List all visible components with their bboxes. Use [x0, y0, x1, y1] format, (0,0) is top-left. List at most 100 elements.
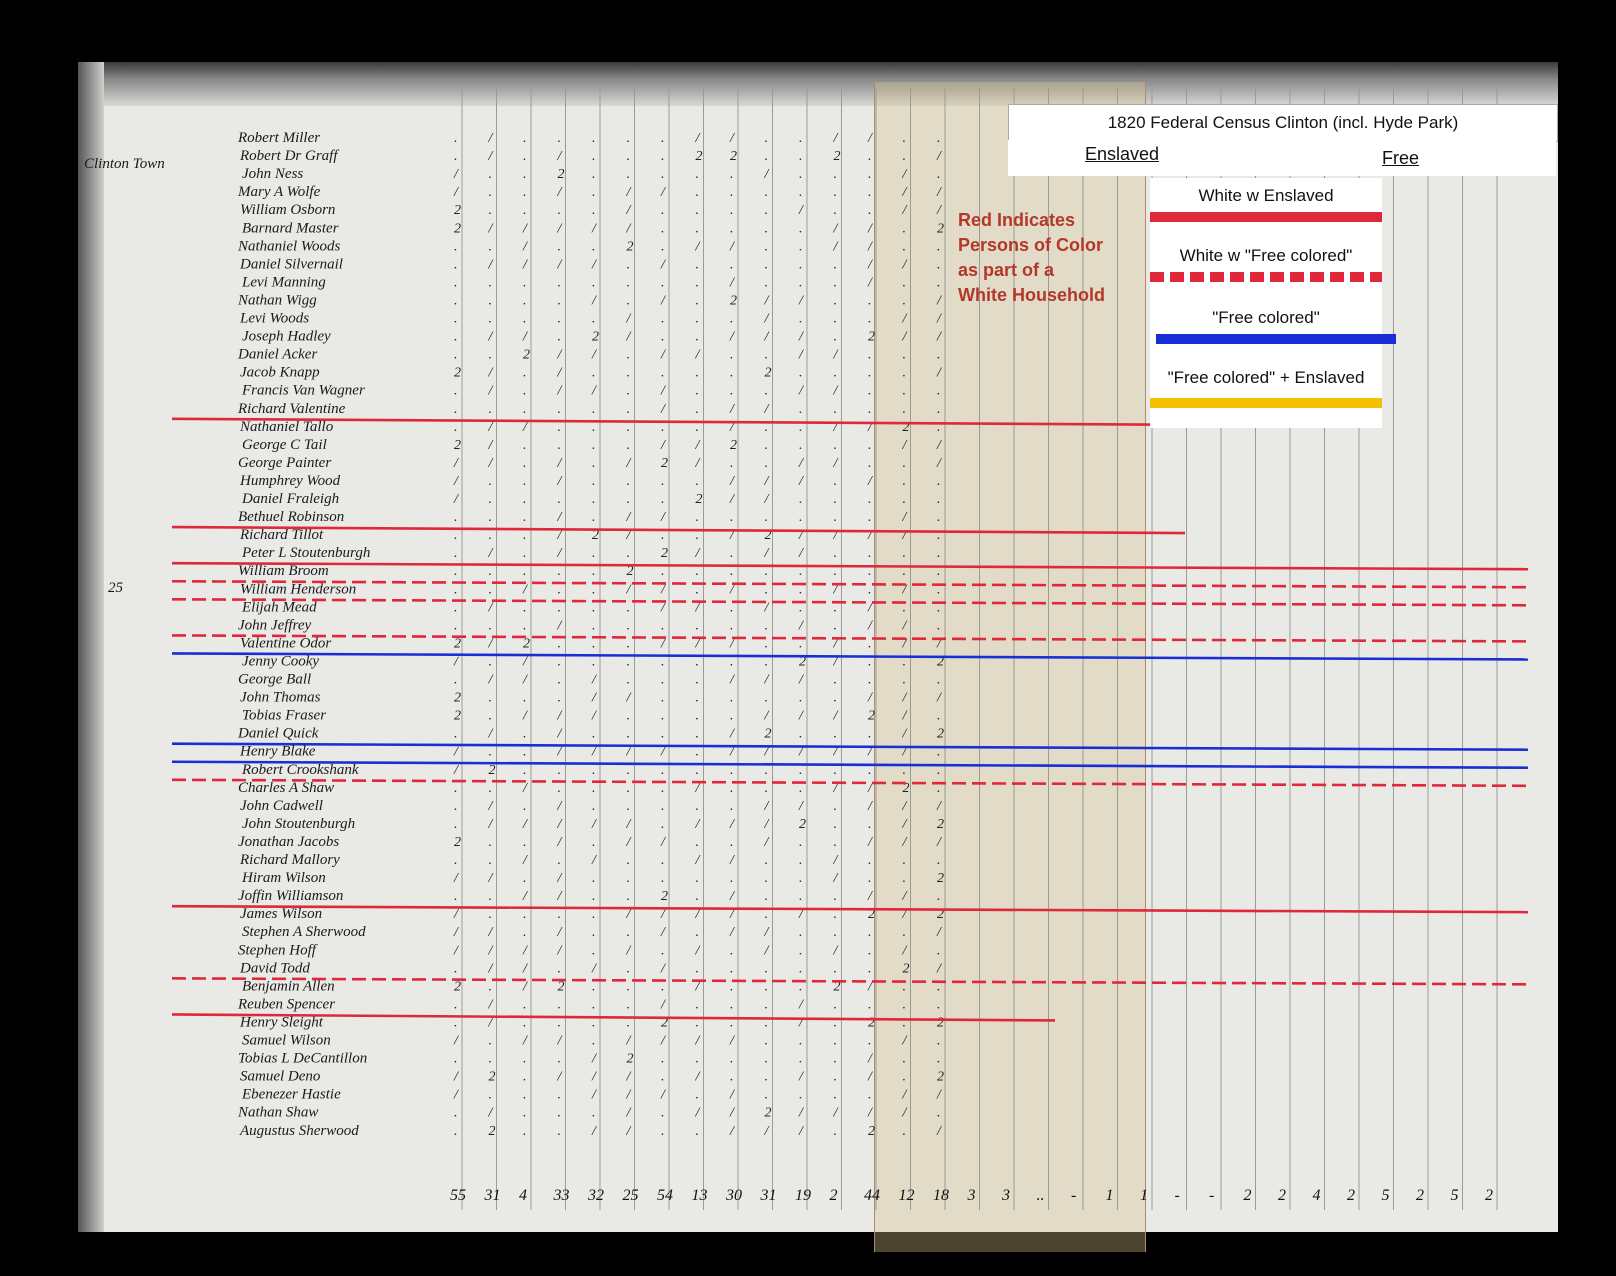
household-name: Jacob Knapp — [240, 365, 320, 381]
tally-mark: . — [937, 492, 941, 507]
legend-label-free-colored-enslaved: "Free colored" + Enslaved — [1167, 368, 1365, 387]
tally-mark: . — [730, 799, 734, 814]
household-name: Nathaniel Woods — [237, 238, 341, 254]
tally-mark: . — [799, 275, 803, 290]
tally-mark: . — [454, 330, 458, 345]
tally-mark: . — [661, 817, 665, 832]
tally-mark: . — [799, 961, 803, 976]
tally-mark: . — [765, 384, 769, 399]
legend-label-white-free-colored: White w "Free colored" — [1179, 246, 1353, 265]
tally-mark: . — [799, 149, 803, 164]
tally-mark: . — [937, 275, 941, 290]
tally-mark: / — [833, 871, 839, 886]
tally-mark: . — [592, 185, 596, 200]
legend-label-free-colored: "Free colored" — [1212, 308, 1320, 327]
tally-mark: / — [902, 709, 908, 724]
tally-mark: . — [868, 348, 872, 363]
tally-mark: . — [799, 366, 803, 381]
tally-mark: . — [765, 185, 769, 200]
tally-mark: . — [765, 618, 769, 633]
tally-mark: / — [867, 275, 873, 290]
tally-mark: . — [937, 673, 941, 688]
tally-mark: / — [488, 366, 494, 381]
tally-mark: / — [488, 438, 494, 453]
tally-mark: / — [902, 889, 908, 904]
tally-mark: / — [660, 961, 666, 976]
tally-mark: / — [902, 510, 908, 525]
tally-mark: . — [765, 275, 769, 290]
tally-mark: . — [661, 239, 665, 254]
tally-mark: / — [798, 1106, 804, 1121]
tally-mark: . — [730, 312, 734, 327]
tally-mark: / — [557, 474, 563, 489]
household-name: Levi Woods — [239, 311, 309, 327]
tally-mark: . — [454, 727, 458, 742]
tally-mark: 2 — [868, 1124, 875, 1139]
tally-mark: . — [868, 1088, 872, 1103]
tally-mark: . — [696, 293, 700, 308]
tally-mark: / — [798, 997, 804, 1012]
tally-mark: . — [868, 943, 872, 958]
tally-mark: . — [489, 185, 493, 200]
tally-mark: . — [696, 961, 700, 976]
tally-mark: . — [765, 889, 769, 904]
tally-mark: / — [488, 943, 494, 958]
highlight-line — [171, 778, 1529, 788]
legend-label-white-enslaved: White w Enslaved — [1198, 186, 1334, 205]
tally-mark: . — [937, 239, 941, 254]
tally-mark: . — [592, 1106, 596, 1121]
tally-mark: . — [765, 131, 769, 146]
tally-mark: / — [453, 871, 459, 886]
tally-mark: / — [798, 474, 804, 489]
tally-mark: / — [660, 257, 666, 272]
tally-mark: . — [558, 582, 562, 597]
tally-mark: / — [557, 871, 563, 886]
tally-mark: . — [454, 600, 458, 615]
tally-mark: . — [489, 1034, 493, 1049]
tally-mark: / — [729, 131, 735, 146]
legend-swatch-white-enslaved — [1150, 212, 1382, 222]
tally-mark: . — [903, 384, 907, 399]
tally-mark: . — [454, 1015, 458, 1030]
tally-mark: / — [488, 871, 494, 886]
tally-mark: . — [868, 510, 872, 525]
tally-mark: . — [799, 1052, 803, 1067]
tally-mark: . — [868, 185, 872, 200]
tally-mark: . — [696, 384, 700, 399]
tally-mark: 2 — [454, 636, 461, 651]
tally-mark: / — [522, 853, 528, 868]
tally-mark: / — [557, 835, 563, 850]
tally-mark: . — [454, 257, 458, 272]
tally-mark: / — [557, 185, 563, 200]
tally-mark: / — [867, 889, 873, 904]
tally-mark: . — [558, 1052, 562, 1067]
tally-mark: . — [834, 1124, 838, 1139]
column-total: 2 — [1416, 1187, 1424, 1204]
tally-mark: / — [522, 889, 528, 904]
tally-mark: . — [799, 1088, 803, 1103]
highlight-line — [171, 525, 1186, 535]
tally-mark: . — [627, 474, 631, 489]
tally-mark: . — [489, 889, 493, 904]
tally-mark: / — [660, 997, 666, 1012]
tally-mark: . — [592, 979, 596, 994]
tally-mark: / — [591, 673, 597, 688]
tally-mark: . — [696, 312, 700, 327]
census-title: 1820 Federal Census Clinton (incl. Hyde … — [1008, 104, 1558, 142]
tally-mark: . — [523, 402, 527, 417]
tally-mark: . — [834, 727, 838, 742]
tally-mark: . — [868, 366, 872, 381]
tally-mark: / — [695, 1070, 701, 1085]
highlight-line — [171, 742, 1529, 751]
tally-mark: . — [834, 492, 838, 507]
tally-mark: . — [489, 203, 493, 218]
tally-mark: / — [764, 546, 770, 561]
column-total: 31 — [760, 1187, 777, 1204]
tally-mark: . — [592, 582, 596, 597]
tally-mark: . — [523, 835, 527, 850]
household-name: Jonathan Jacobs — [238, 834, 339, 850]
tally-mark: . — [903, 348, 907, 363]
tally-mark: / — [557, 510, 563, 525]
tally-mark: . — [523, 546, 527, 561]
tally-mark: . — [592, 618, 596, 633]
